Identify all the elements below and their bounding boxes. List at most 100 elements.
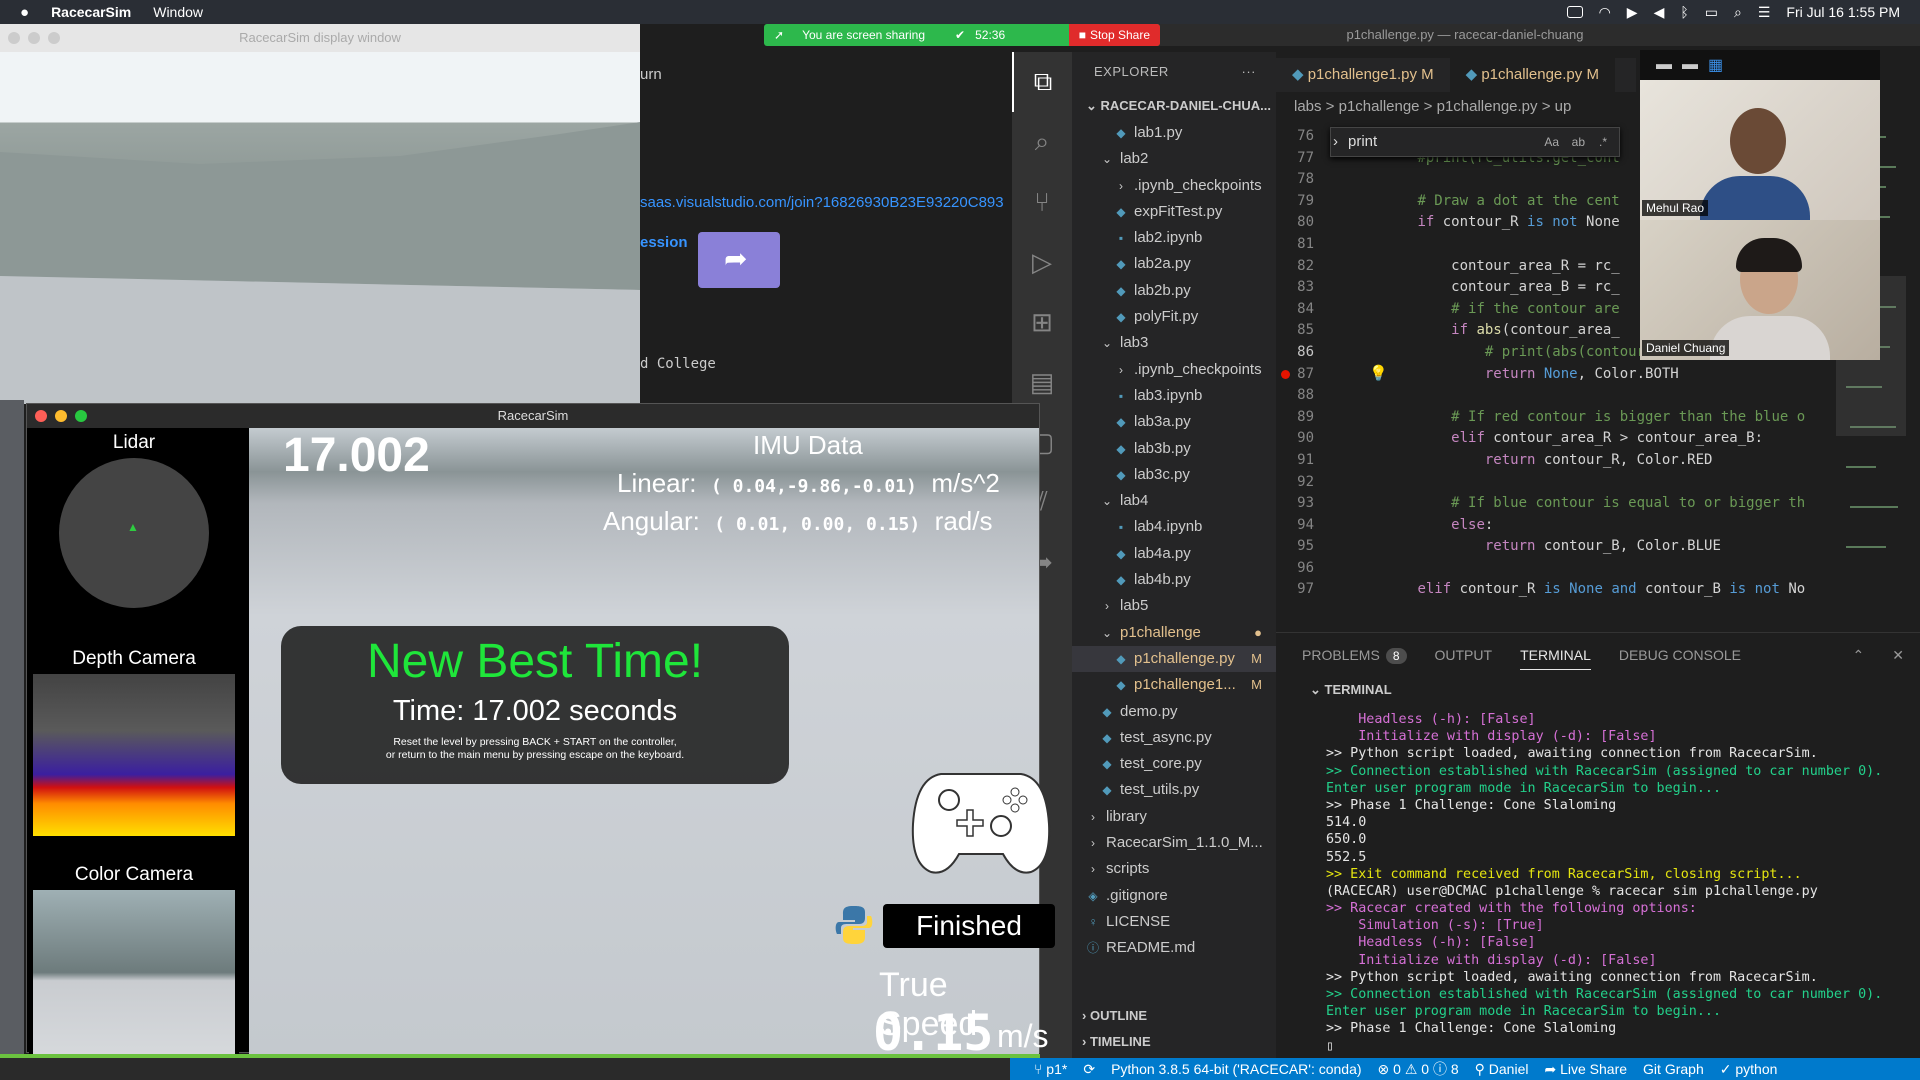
session-link[interactable]: ession [640,234,688,251]
language-mode[interactable]: ✓ python [1720,1061,1778,1078]
user-status[interactable]: ⚲ Daniel [1475,1061,1529,1078]
tree-item[interactable]: ◆ polyFit.py [1072,304,1276,330]
tab-p1challenge1[interactable]: ◆ p1challenge1.py M [1276,58,1450,92]
battery-icon[interactable]: ▭ [1705,4,1718,21]
match-case-icon[interactable]: Aa [1544,128,1559,156]
display-window-titlebar[interactable]: RacecarSim display window [0,24,640,52]
tree-item[interactable]: ⌄ lab2 [1072,146,1276,172]
tree-item[interactable]: › scripts [1072,856,1276,882]
find-input[interactable]: print [1348,133,1377,150]
minimize-button[interactable] [28,32,40,44]
tree-item[interactable]: ◆ lab2a.py [1072,251,1276,277]
zoom-button[interactable] [48,32,60,44]
share-button[interactable]: ➦ [698,232,780,288]
more-icon[interactable]: ··· [1242,52,1257,92]
tree-item[interactable]: ⌄ lab3 [1072,330,1276,356]
tree-item[interactable]: ▪ lab3.ipynb [1072,383,1276,409]
tree-item[interactable]: ◆ expFitTest.py [1072,199,1276,225]
tree-item[interactable]: ◆ p1challenge.py M [1072,645,1276,673]
tree-item[interactable]: ◆ lab3a.py [1072,409,1276,435]
maximize-panel-icon[interactable]: ⌃ [1853,647,1865,664]
video-tile-mehul[interactable]: Mehul Rao [1640,80,1880,220]
tree-item[interactable]: ⓘ README.md [1072,935,1276,961]
tree-item[interactable]: ◆ p1challenge1... M [1072,672,1276,698]
breadcrumb[interactable]: labs > p1challenge > p1challenge.py > up [1276,94,1636,120]
tree-item-label: README.md [1106,939,1196,957]
extensions-icon[interactable]: ⊞ [1012,292,1072,352]
git-graph-status[interactable]: Git Graph [1643,1061,1704,1077]
menu-app-name[interactable]: RacecarSim [51,4,131,20]
search-icon[interactable]: ⌕ [1012,112,1072,172]
close-panel-icon[interactable]: ✕ [1892,647,1904,664]
terminal-output[interactable]: Headless (-h): [False] Initialize with d… [1326,711,1920,1051]
tab-p1challenge[interactable]: ◆ p1challenge.py M [1449,58,1615,92]
tree-item[interactable]: ◆ lab2b.py [1072,278,1276,304]
tree-item[interactable]: ▪ lab4.ipynb [1072,514,1276,540]
source-control-icon[interactable]: ⑂ [1012,172,1072,232]
volume-icon[interactable]: ◀ [1654,4,1665,21]
play-icon[interactable]: ▶ [1627,4,1638,21]
tree-item[interactable]: ◆ lab1.py [1072,120,1276,146]
tree-item[interactable]: ◆ lab3c.py [1072,462,1276,488]
linear-unit: m/s^2 [931,468,1000,498]
share-text: You are screen sharing [802,28,926,42]
wifi-icon[interactable]: ◠ [1599,4,1611,21]
menu-window[interactable]: Window [153,4,203,20]
minimize-video-icon[interactable]: ▬ [1656,56,1672,74]
workspace-root[interactable]: ⌄ RACECAR-DANIEL-CHUA... [1072,92,1276,120]
tree-item[interactable]: › .ipynb_checkpoints [1072,357,1276,383]
tree-item[interactable]: ▪ lab2.ipynb [1072,225,1276,251]
stop-share-button[interactable]: ■ Stop Share [1068,24,1160,46]
tab-problems[interactable]: PROBLEMS 8 [1302,647,1407,664]
tree-item[interactable]: ◆ lab4b.py [1072,567,1276,593]
tree-item[interactable]: ⌄ lab4 [1072,488,1276,514]
tree-item[interactable]: ♀ LICENSE [1072,909,1276,935]
python-interpreter[interactable]: Python 3.8.5 64-bit ('RACECAR': conda) [1111,1061,1361,1077]
tab-output[interactable]: OUTPUT [1435,647,1493,663]
terminal-header[interactable]: ⌄ TERMINAL [1276,677,1920,703]
tree-item[interactable]: › library [1072,804,1276,830]
apple-icon[interactable]: ● [20,4,29,21]
tree-item[interactable]: ◆ test_async.py [1072,725,1276,751]
problems-status[interactable]: ⊗ 0 ⚠ 0 ⓘ 8 [1378,1059,1459,1079]
find-expand-icon[interactable]: › [1333,133,1338,150]
sync-icon[interactable]: ⟳ [1083,1061,1095,1078]
tree-item[interactable]: › RacecarSim_1.1.0_M... [1072,830,1276,856]
tree-item[interactable]: › .ipynb_checkpoints [1072,173,1276,199]
tree-item[interactable]: ◆ test_core.py [1072,751,1276,777]
tree-item[interactable]: ◆ lab4a.py [1072,541,1276,567]
view-icon[interactable]: ▬ [1682,56,1698,74]
timeline-header[interactable]: › TIMELINE [1072,1029,1276,1055]
tree-item[interactable]: ⌄ p1challenge ● [1072,620,1276,646]
git-branch[interactable]: ⑂ p1* [1034,1061,1067,1077]
whole-word-icon[interactable]: ab [1572,128,1585,156]
tab-debug-console[interactable]: DEBUG CONSOLE [1619,647,1741,663]
tree-item[interactable]: ◆ lab3b.py [1072,436,1276,462]
tree-item[interactable]: › lab5 [1072,593,1276,619]
tab-terminal[interactable]: TERMINAL [1520,647,1591,670]
outline-header[interactable]: › OUTLINE [1072,1003,1276,1029]
run-debug-icon[interactable]: ▷ [1012,232,1072,292]
control-center-icon[interactable]: ☰ [1758,4,1771,21]
join-link[interactable]: saas.visualstudio.com/join?16826930B23E9… [640,194,1004,211]
zoom-icon[interactable] [1566,6,1583,18]
video-tile-daniel[interactable]: Daniel Chuang [1640,220,1880,360]
close-button[interactable] [8,32,20,44]
search-icon[interactable]: ⌕ [1734,4,1742,21]
bluetooth-icon[interactable]: ᛒ [1680,4,1688,20]
regex-icon[interactable]: .* [1599,128,1607,156]
tree-item[interactable]: ◆ test_utils.py [1072,777,1276,803]
tree-item[interactable]: ◈ .gitignore [1072,883,1276,909]
live-share-status[interactable]: ➦ Live Share [1544,1061,1627,1078]
racecarsim-titlebar[interactable]: RacecarSim [27,404,1039,428]
breakpoint-dot[interactable] [1281,370,1290,379]
zoom-button[interactable] [75,410,87,422]
gallery-icon[interactable]: ▦ [1708,55,1723,75]
clock[interactable]: Fri Jul 16 1:55 PM [1786,4,1900,20]
minimize-button[interactable] [55,410,67,422]
explorer-icon[interactable]: ⧉ [1012,52,1072,112]
find-widget[interactable]: › print Aa ab .* [1330,127,1620,157]
tree-item[interactable]: ◆ demo.py [1072,699,1276,725]
close-button[interactable] [35,410,47,422]
lightbulb-icon[interactable]: 💡 [1369,364,1388,382]
